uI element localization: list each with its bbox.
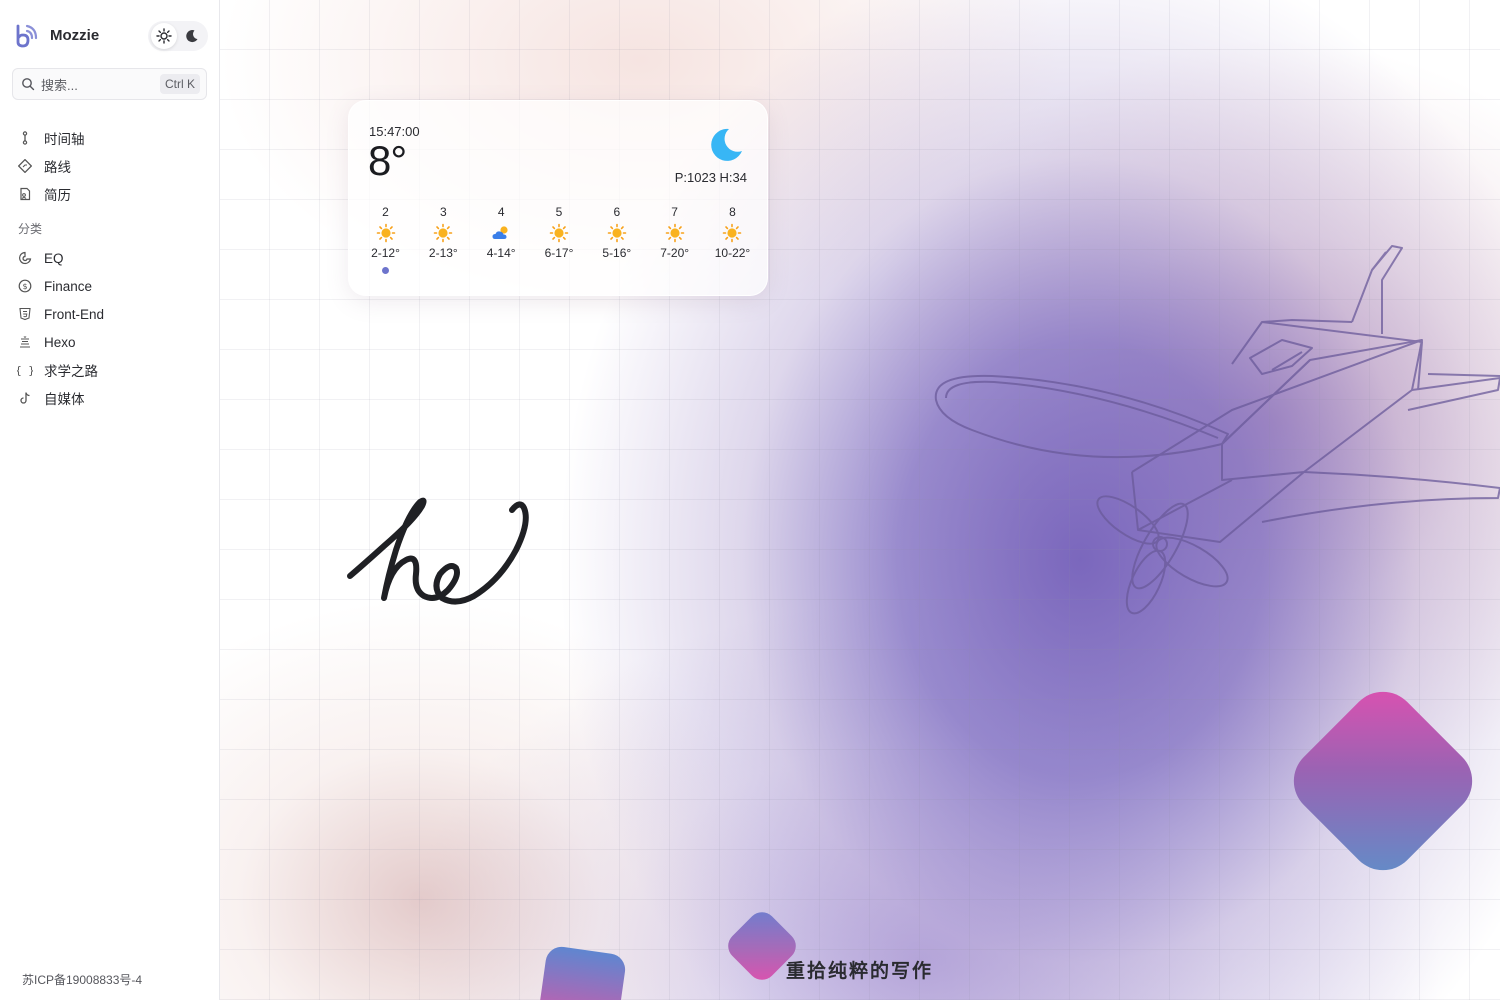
tiktok-icon bbox=[16, 389, 34, 407]
brain-icon bbox=[16, 249, 34, 267]
route-icon bbox=[16, 157, 34, 175]
nav-item-label: 简历 bbox=[44, 188, 71, 203]
nav-item-finance[interactable]: $ Finance bbox=[16, 272, 206, 300]
svg-text:{ }: { } bbox=[17, 364, 33, 377]
timeline-icon bbox=[16, 129, 34, 147]
forecast-day: 6 5-16° bbox=[588, 205, 645, 274]
forecast-list: 2 2-12° 3 2-13° 4 4-14° 5 6-17° 6 5-16° … bbox=[357, 205, 761, 274]
forecast-range: 2-12° bbox=[371, 246, 400, 260]
search-icon bbox=[22, 78, 35, 91]
forecast-day: 7 7-20° bbox=[646, 205, 703, 274]
forecast-day: 8 10-22° bbox=[704, 205, 761, 274]
nav-item-media[interactable]: 自媒体 bbox=[16, 384, 206, 412]
forecast-range: 4-14° bbox=[486, 246, 516, 260]
light-theme-button[interactable] bbox=[151, 23, 177, 49]
forecast-date: 8 bbox=[729, 205, 736, 219]
forecast-date: 3 bbox=[439, 205, 447, 219]
forecast-day: 3 2-13° bbox=[415, 205, 472, 274]
resume-icon bbox=[16, 185, 34, 203]
sun-icon bbox=[549, 223, 569, 243]
search-shortcut: Ctrl K bbox=[160, 74, 200, 94]
crescent-moon-icon bbox=[711, 128, 742, 161]
sidebar-nav: 时间轴 路线 简历 分类 EQ $ Finance Front-End Hexo… bbox=[16, 124, 206, 412]
pressure-humidity: P:1023 H:34 bbox=[674, 170, 747, 185]
nav-item-label: Hexo bbox=[44, 334, 76, 350]
forecast-range: 10-22° bbox=[714, 246, 751, 260]
nav-item-front-end[interactable]: Front-End bbox=[16, 300, 206, 328]
handwriting-he bbox=[347, 497, 529, 605]
svg-text:$: $ bbox=[22, 282, 27, 291]
hero-area: 15:47:00 8° P:1023 H:34 2 2-12° 3 2-13° … bbox=[220, 0, 1500, 1000]
forecast-day: 5 6-17° bbox=[530, 205, 587, 274]
sun-icon bbox=[723, 223, 742, 243]
logo-icon bbox=[16, 24, 38, 48]
weather-temperature: 8° bbox=[368, 137, 407, 184]
forecast-range: 7-20° bbox=[660, 246, 690, 260]
sun-icon bbox=[607, 223, 627, 243]
nav-item-label: Front-End bbox=[44, 306, 105, 322]
nav-item-label: 自媒体 bbox=[44, 392, 85, 407]
forecast-range: 2-13° bbox=[428, 246, 458, 260]
braces-icon: { } bbox=[16, 361, 34, 379]
partly-cloudy-icon bbox=[492, 226, 508, 239]
forecast-day: 2 2-12° bbox=[357, 205, 414, 274]
brand[interactable]: Mozzie bbox=[14, 22, 99, 48]
nav-item-label: 求学之路 bbox=[44, 364, 98, 379]
hero-slogan: 重拾纯粹的写作 bbox=[786, 960, 934, 982]
moon-icon bbox=[186, 30, 198, 43]
nav-item-route[interactable]: 路线 bbox=[16, 152, 206, 180]
sun-icon bbox=[376, 223, 395, 243]
brand-name: Mozzie bbox=[50, 26, 100, 44]
sun-icon bbox=[434, 223, 453, 243]
nav-item-label: Finance bbox=[44, 278, 93, 294]
category-section-title: 分类 bbox=[18, 222, 43, 236]
search-placeholder[interactable]: 搜索... bbox=[41, 75, 154, 94]
sun-icon bbox=[156, 28, 172, 44]
nav-item-hexo[interactable]: Hexo bbox=[16, 328, 206, 356]
search-box[interactable]: 搜索... Ctrl K bbox=[12, 68, 207, 100]
weather-card[interactable]: 15:47:00 8° P:1023 H:34 2 2-12° 3 2-13° … bbox=[348, 100, 768, 296]
forecast-date: 5 bbox=[555, 205, 563, 219]
hexo-icon bbox=[16, 333, 34, 351]
icp-link[interactable]: 苏ICP备19008833号-4 bbox=[22, 971, 142, 988]
dark-theme-button[interactable] bbox=[179, 23, 205, 49]
dollar-icon: $ bbox=[16, 277, 34, 295]
nav-item-label: 路线 bbox=[44, 160, 71, 175]
sidebar: Mozzie 搜索... Ctrl K 时间轴 路线 简历 分类 EQ $ Fi… bbox=[0, 0, 220, 1000]
forecast-range: 5-16° bbox=[602, 246, 632, 260]
theme-toggle[interactable] bbox=[148, 21, 208, 51]
nav-item-eq[interactable]: EQ bbox=[16, 244, 206, 272]
nav-item-study[interactable]: { } 求学之路 bbox=[16, 356, 206, 384]
forecast-date: 6 bbox=[613, 205, 621, 219]
forecast-date: 4 bbox=[497, 205, 505, 219]
forecast-day: 4 4-14° bbox=[473, 205, 530, 274]
nav-item-label: EQ bbox=[44, 250, 64, 266]
sun-icon bbox=[665, 223, 684, 243]
nav-item-timeline[interactable]: 时间轴 bbox=[16, 124, 206, 152]
forecast-date: 2 bbox=[382, 205, 389, 219]
html5-icon bbox=[16, 305, 34, 323]
airplane-illustration bbox=[934, 245, 1500, 615]
forecast-date: 7 bbox=[671, 205, 678, 219]
today-indicator bbox=[382, 267, 389, 274]
nav-item-resume[interactable]: 简历 bbox=[16, 180, 206, 208]
forecast-range: 6-17° bbox=[544, 246, 574, 260]
nav-item-label: 时间轴 bbox=[44, 132, 85, 147]
